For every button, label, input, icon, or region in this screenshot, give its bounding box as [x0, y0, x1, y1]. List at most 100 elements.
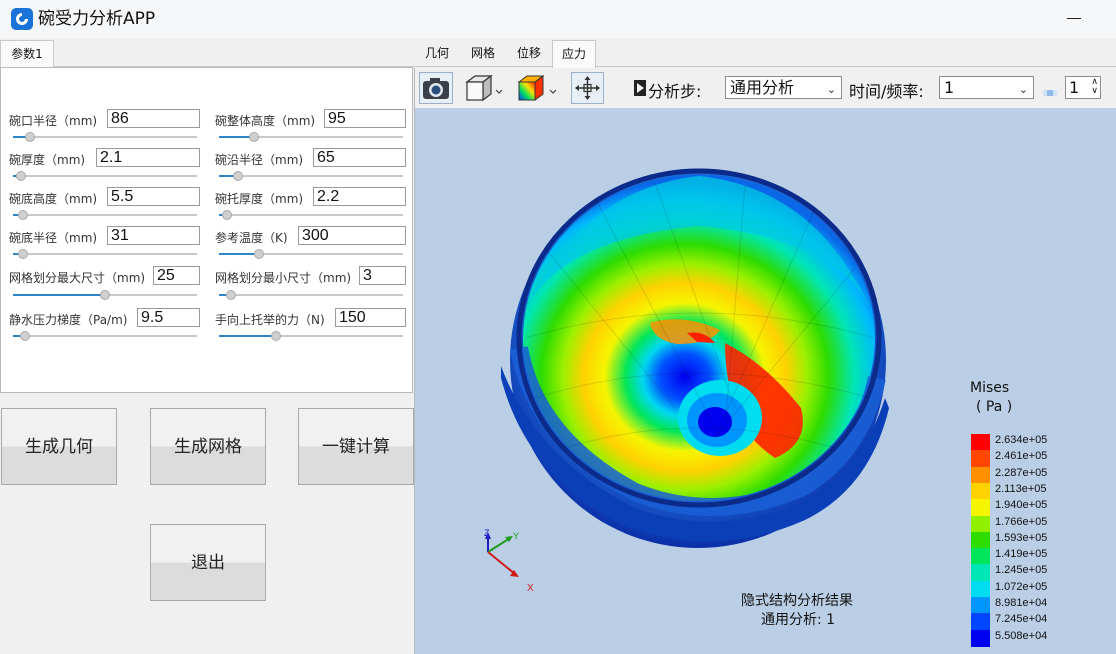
rim-radius-label: 碗沿半径（mm)	[215, 153, 304, 167]
foot-thickness-input[interactable]: 2.2	[313, 187, 406, 206]
frame-spinbox[interactable]: 1 ∧ ∨	[1065, 76, 1101, 99]
foot-thickness-slider[interactable]	[219, 210, 403, 220]
zoom-extents-icon[interactable]	[571, 72, 604, 104]
analysis-step-select[interactable]: 通用分析 ⌄	[725, 76, 842, 99]
app-window: 碗受力分析APP 参数1 碗口半径（mm) 86 碗整体高度（mm) 95 碗厚…	[0, 0, 1116, 654]
analysis-step-icon	[633, 79, 647, 97]
legend-value: 1.245e+05	[995, 564, 1048, 577]
camera-icon[interactable]	[419, 72, 453, 104]
tab-stress[interactable]: 应力	[552, 40, 596, 68]
gen-mesh-button[interactable]: 生成网格	[150, 408, 266, 485]
axis-z-label: Z	[484, 528, 490, 538]
chevron-down-icon: ⌄	[1018, 83, 1028, 96]
result-caption-title: 隐式结构分析结果	[741, 593, 853, 609]
bowl-mouth-radius-slider[interactable]	[13, 132, 197, 142]
bowl-body-height-label: 碗整体高度（mm)	[215, 114, 316, 128]
viewer-toolbar: 分析步: 通用分析 ⌄ 时间/频率: 1 ⌄ 1 ∧ ∨	[414, 68, 1116, 108]
ref-temperature-label: 参考温度（K)	[215, 231, 288, 245]
frame-slider-icon[interactable]	[1043, 83, 1057, 96]
time-freq-label: 时间/频率:	[849, 82, 924, 101]
legend-value: 1.766e+05	[995, 515, 1048, 528]
analysis-step-label: 分析步:	[648, 82, 702, 101]
bottom-radius-slider[interactable]	[13, 249, 197, 259]
ref-temperature-slider[interactable]	[219, 249, 403, 259]
legend-swatch	[971, 450, 990, 468]
legend-swatch	[971, 531, 990, 549]
bowl-body-height-input[interactable]: 95	[324, 109, 406, 128]
bottom-height-label: 碗底高度（mm)	[9, 192, 98, 206]
legend-swatch	[971, 580, 990, 598]
legend-swatch	[971, 466, 990, 484]
legend-value: 2.461e+05	[995, 450, 1048, 463]
compute-button[interactable]: 一键计算	[298, 408, 414, 485]
legend-swatch	[971, 629, 990, 647]
lift-force-slider[interactable]	[219, 331, 403, 341]
legend-value: 5.508e+04	[995, 629, 1048, 642]
axis-y-label: Y	[513, 531, 519, 541]
legend-swatch	[971, 564, 990, 582]
bowl-mouth-radius-label: 碗口半径（mm)	[9, 114, 98, 128]
legend-value: 1.072e+05	[995, 580, 1048, 593]
legend-value: 1.940e+05	[995, 499, 1048, 512]
mesh-min-input[interactable]: 3	[359, 266, 406, 285]
hydro-gradient-input[interactable]: 9.5	[137, 308, 200, 327]
title-bar: 碗受力分析APP	[0, 0, 1116, 38]
bottom-radius-input[interactable]: 31	[107, 226, 200, 245]
result-tab-strip: 几何 网格 位移 应力	[414, 40, 1116, 68]
result-viewport[interactable]: Z Y X Mises ( Pa ) 2.634e+05 2.461e+05 2.2…	[414, 108, 1116, 654]
legend-swatch	[971, 548, 990, 566]
exit-button[interactable]: 退出	[150, 524, 266, 601]
mesh-max-input[interactable]: 25	[153, 266, 200, 285]
bowl-thickness-input[interactable]: 2.1	[96, 148, 200, 167]
foot-thickness-label: 碗托厚度（mm)	[215, 192, 304, 206]
legend-swatch	[971, 499, 990, 517]
analysis-step-value: 通用分析	[730, 78, 795, 97]
legend-value: 7.245e+04	[995, 613, 1048, 626]
bottom-height-input[interactable]: 5.5	[107, 187, 200, 206]
bottom-radius-label: 碗底半径（mm)	[9, 231, 98, 245]
legend-swatch	[971, 515, 990, 533]
legend-swatch	[971, 482, 990, 500]
legend-value: 2.634e+05	[995, 434, 1048, 446]
bowl-body-height-slider[interactable]	[219, 132, 403, 142]
color-scheme-icon[interactable]	[515, 72, 561, 104]
legend-value: 1.419e+05	[995, 548, 1048, 561]
tab-displacement[interactable]: 位移	[510, 40, 548, 67]
frame-spin-value: 1	[1069, 78, 1080, 97]
axis-x-label: X	[527, 583, 534, 594]
bottom-height-slider[interactable]	[13, 210, 197, 220]
legend-swatch	[971, 613, 990, 631]
hydro-gradient-label: 静水压力梯度（Pa/m)	[9, 313, 128, 327]
mesh-min-slider[interactable]	[219, 290, 403, 300]
lift-force-input[interactable]: 150	[335, 308, 406, 327]
minimize-button[interactable]	[1064, 6, 1086, 30]
gen-geometry-button[interactable]: 生成几何	[1, 408, 117, 485]
bowl-thickness-label: 碗厚度（mm)	[9, 153, 86, 167]
rim-radius-input[interactable]: 65	[313, 148, 406, 167]
tab-mesh[interactable]: 网格	[464, 40, 502, 67]
legend-unit: ( Pa )	[976, 399, 1013, 415]
tab-geometry[interactable]: 几何	[418, 40, 456, 67]
legend-value: 1.593e+05	[995, 531, 1048, 544]
result-caption-step: 通用分析: 1	[761, 612, 836, 628]
hydro-gradient-slider[interactable]	[13, 331, 197, 341]
mesh-max-slider[interactable]	[13, 290, 197, 300]
lift-force-label: 手向上托举的力（N)	[215, 313, 325, 327]
legend-value: 2.113e+05	[995, 482, 1047, 495]
mesh-max-label: 网格划分最大尺寸（mm)	[9, 271, 146, 285]
axis-triad-icon: Z Y X	[484, 528, 534, 594]
app-logo-icon	[11, 8, 33, 30]
spin-arrows-icon[interactable]: ∧ ∨	[1091, 78, 1098, 96]
ref-temperature-input[interactable]: 300	[298, 226, 406, 245]
mesh-min-label: 网格划分最小尺寸（mm)	[215, 271, 352, 285]
params-tab-strip: 参数1	[0, 40, 414, 68]
params-panel: 碗口半径（mm) 86 碗整体高度（mm) 95 碗厚度（mm) 2.1 碗沿半…	[0, 67, 413, 393]
tab-params-1[interactable]: 参数1	[0, 40, 54, 68]
rim-radius-slider[interactable]	[219, 171, 403, 181]
bowl-mouth-radius-input[interactable]: 86	[107, 109, 200, 128]
chevron-down-icon: ⌄	[826, 83, 836, 96]
time-freq-value: 1	[944, 78, 955, 97]
view-cube-icon[interactable]	[463, 72, 507, 104]
bowl-thickness-slider[interactable]	[13, 171, 197, 181]
time-freq-select[interactable]: 1 ⌄	[939, 76, 1034, 99]
